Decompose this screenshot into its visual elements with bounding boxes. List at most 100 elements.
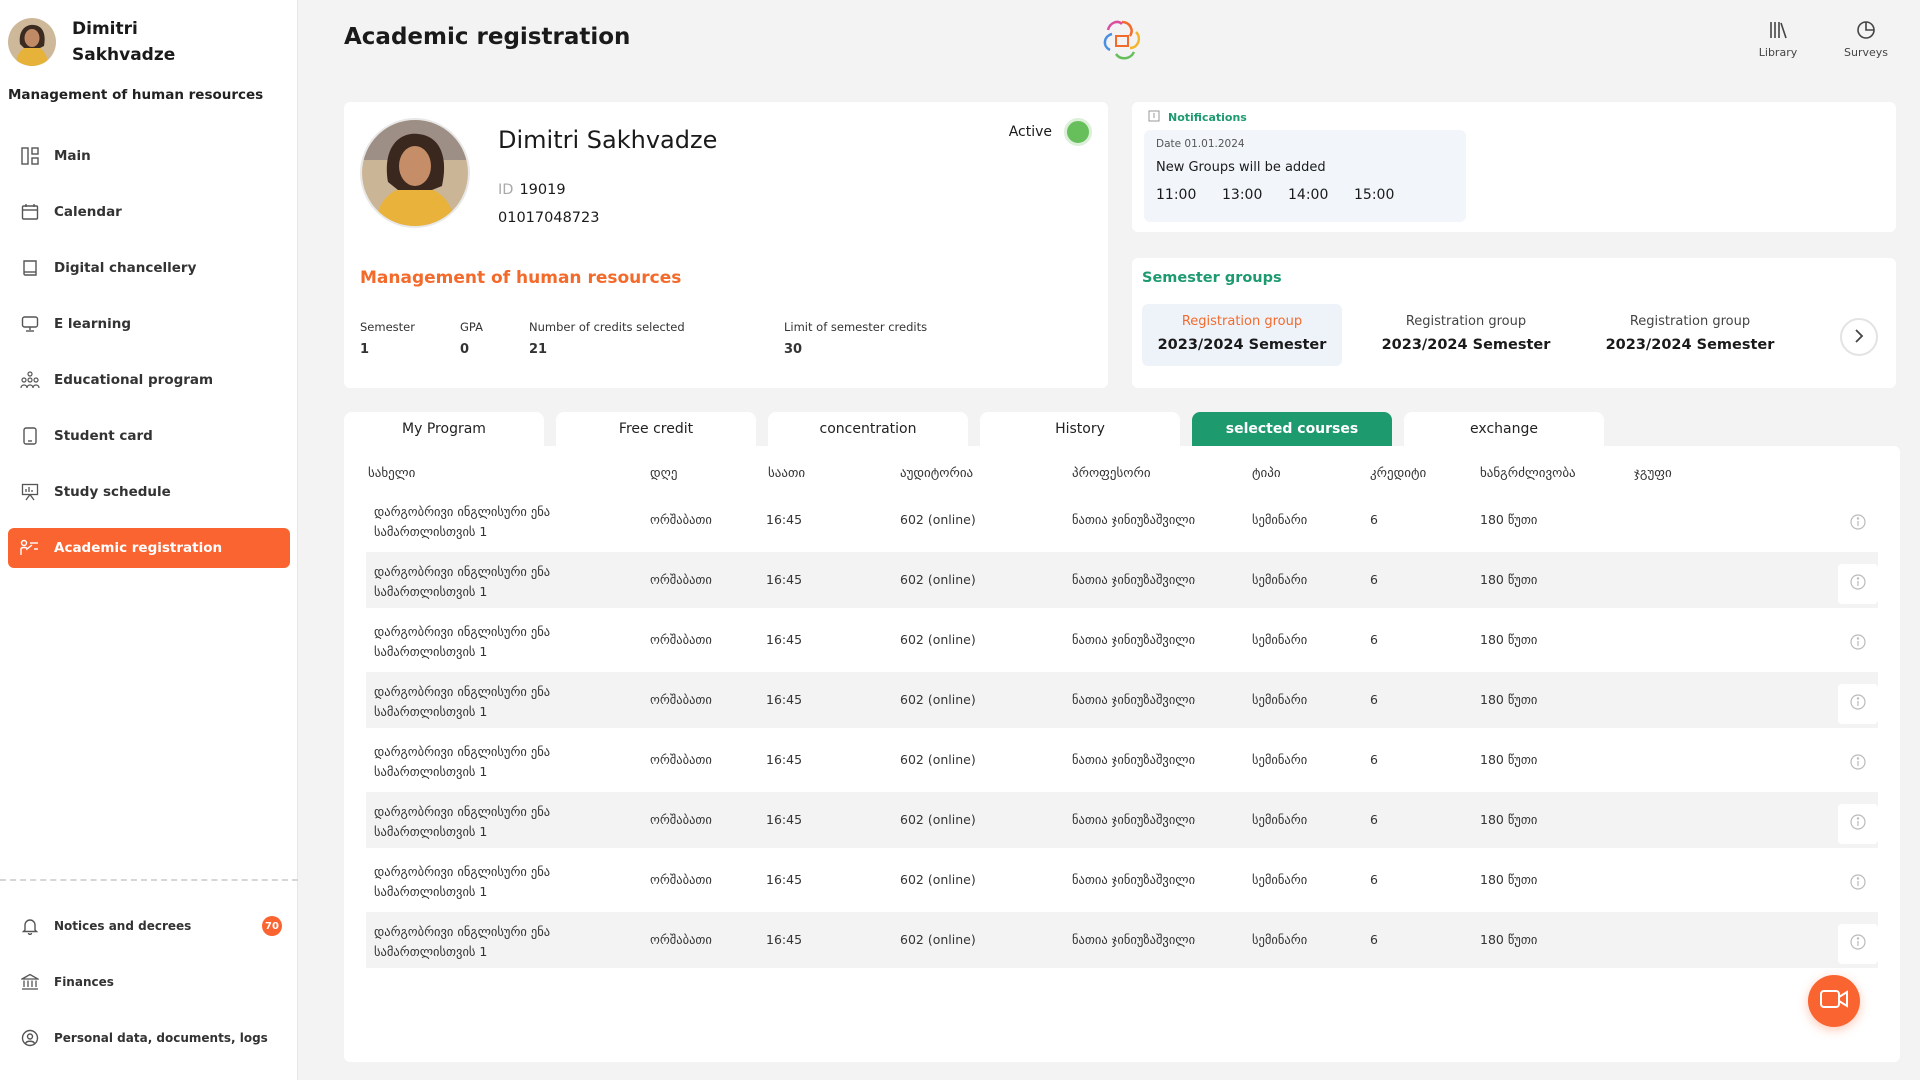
sidebar-item-academic-registration[interactable]: Academic registration <box>8 528 290 568</box>
stat-value: 0 <box>460 342 470 357</box>
day-cell: ორშაბათი <box>650 812 712 827</box>
day-cell: ორშაბათი <box>650 572 712 587</box>
table-row[interactable]: დარგობრივი ინგლისური ენა სამართლისთვის 1 ო… <box>366 732 1878 788</box>
library-label: Library <box>1758 46 1798 59</box>
table-row[interactable]: დარგობრივი ინგლისური ენა სამართლისთვის 1 ო… <box>366 672 1878 728</box>
page-title: Academic registration <box>344 24 631 50</box>
registration-group-3[interactable]: Registration group 2023/2024 Semester <box>1590 304 1790 366</box>
table-row[interactable]: დარგობრივი ინგლისური ენა სამართლისთვის 1 ო… <box>366 792 1878 848</box>
duration-cell: 180 წუთი <box>1480 812 1538 827</box>
tab-free-credit[interactable]: Free credit <box>556 412 756 446</box>
group-semester: 2023/2024 Semester <box>1157 337 1327 353</box>
stat-label: GPA <box>460 320 483 334</box>
info-icon <box>1850 634 1866 654</box>
column-header: ხანგრძლივობა <box>1480 466 1576 481</box>
course-name-line: სამართლისთვის 1 <box>374 824 488 839</box>
table-row[interactable]: დარგობრივი ინგლისური ენა სამართლისთვის 1 ო… <box>366 912 1878 968</box>
room-cell: 602 (online) <box>900 812 976 827</box>
groups-next-button[interactable] <box>1840 318 1878 356</box>
course-name-cell: დარგობრივი ინგლისური ენა სამართლისთვის 1 <box>374 622 614 662</box>
row-info-button[interactable] <box>1838 504 1878 544</box>
type-cell: სემინარი <box>1252 872 1308 887</box>
row-info-button[interactable] <box>1838 684 1878 724</box>
table-row[interactable]: დარგობრივი ინგლისური ენა სამართლისთვის 1 ო… <box>366 612 1878 668</box>
notification-time: 13:00 <box>1222 187 1263 203</box>
stat-label: Limit of semester credits <box>784 320 928 334</box>
credit-cell: 6 <box>1370 632 1378 647</box>
registration-group-2[interactable]: Registration group 2023/2024 Semester <box>1366 304 1566 366</box>
sidebar-item-label: Study schedule <box>54 484 171 500</box>
surveys-label: Surveys <box>1844 46 1888 59</box>
monitor-icon <box>20 314 40 334</box>
row-info-button[interactable] <box>1838 924 1878 964</box>
credit-cell: 6 <box>1370 752 1378 767</box>
notification-time: 15:00 <box>1354 187 1395 203</box>
group-semester: 2023/2024 Semester <box>1605 337 1775 353</box>
table-row[interactable]: დარგობრივი ინგლისური ენა სამართლისთვის 1 ო… <box>366 852 1878 908</box>
table-body: დარგობრივი ინგლისური ენა სამართლისთვის 1 ო… <box>366 492 1878 972</box>
pie-chart-icon <box>1834 18 1898 42</box>
tab-my-program[interactable]: My Program <box>344 412 544 446</box>
sidebar-item-e-learning[interactable]: E learning <box>8 304 290 344</box>
sidebar-item-finances[interactable]: Finances <box>8 962 290 1002</box>
user-profile[interactable]: Dimitri Sakhvadze <box>8 16 212 68</box>
notifications-header: Notifications <box>1148 110 1247 125</box>
bank-icon <box>20 972 40 992</box>
sidebar-item-student-card[interactable]: Student card <box>8 416 290 456</box>
notification-item[interactable]: Date 01.01.2024 New Groups will be added… <box>1144 130 1466 222</box>
tab-history[interactable]: History <box>980 412 1180 446</box>
sidebar-item-label: Educational program <box>54 372 214 388</box>
sidebar-bottom-nav: Notices and decrees 70 Finances Personal… <box>8 906 290 1074</box>
professor-cell: ნათია ჯინიუზაშვილი <box>1072 932 1196 947</box>
surveys-button[interactable]: Surveys <box>1834 18 1898 59</box>
notifications-card: Notifications Date 01.01.2024 New Groups… <box>1132 102 1896 232</box>
table-row[interactable]: დარგობრივი ინგლისური ენა სამართლისთვის 1 ო… <box>366 552 1878 608</box>
day-cell: ორშაბათი <box>650 752 712 767</box>
stat-semester: Semester 1 <box>360 320 460 357</box>
user-circle-icon <box>20 1028 40 1048</box>
sidebar-item-digital-chancellery[interactable]: Digital chancellery <box>8 248 290 288</box>
library-button[interactable]: Library <box>1746 18 1810 59</box>
table-row[interactable]: დარგობრივი ინგლისური ენა სამართლისთვის 1 ო… <box>366 492 1878 548</box>
profile-program: Management of human resources <box>360 268 682 288</box>
time-cell: 16:45 <box>766 572 803 587</box>
row-info-button[interactable] <box>1838 624 1878 664</box>
course-name-cell: დარგობრივი ინგლისური ენა სამართლისთვის 1 <box>374 802 614 842</box>
day-cell: ორშაბათი <box>650 692 712 707</box>
stat-credits-selected: Number of credits selected 21 <box>529 320 784 357</box>
presentation-icon <box>20 482 40 502</box>
course-name-line: დარგობრივი ინგლისური ენა <box>374 684 551 699</box>
profile-id: ID 19019 <box>498 182 566 198</box>
tab-concentration[interactable]: concentration <box>768 412 968 446</box>
group-label: Registration group <box>1629 314 1751 329</box>
row-info-button[interactable] <box>1838 864 1878 904</box>
duration-cell: 180 წუთი <box>1480 632 1538 647</box>
row-info-button[interactable] <box>1838 564 1878 604</box>
sidebar-item-notices[interactable]: Notices and decrees 70 <box>8 906 290 946</box>
type-cell: სემინარი <box>1252 812 1308 827</box>
professor-cell: ნათია ჯინიუზაშვილი <box>1072 632 1196 647</box>
library-icon <box>1746 18 1810 42</box>
people-icon <box>20 370 40 390</box>
sidebar-item-main[interactable]: Main <box>8 136 290 176</box>
video-call-button[interactable] <box>1808 975 1860 1027</box>
notification-doc-icon <box>1148 110 1160 125</box>
registration-group-1[interactable]: Registration group 2023/2024 Semester <box>1142 304 1342 366</box>
course-name-cell: დარგობრივი ინგლისური ენა სამართლისთვის 1 <box>374 742 614 782</box>
avatar[interactable] <box>8 18 56 66</box>
tab-selected-courses[interactable]: selected courses <box>1192 412 1392 446</box>
status-label: Active <box>1008 124 1052 140</box>
credit-cell: 6 <box>1370 512 1378 527</box>
sidebar-item-personal-data[interactable]: Personal data, documents, logs <box>8 1018 290 1058</box>
group-label: Registration group <box>1405 314 1527 329</box>
column-header: ჯგუფი <box>1634 466 1672 481</box>
sidebar-item-calendar[interactable]: Calendar <box>8 192 290 232</box>
app-logo-icon[interactable] <box>1100 18 1144 62</box>
sidebar-item-educational-program[interactable]: Educational program <box>8 360 290 400</box>
sidebar-item-study-schedule[interactable]: Study schedule <box>8 472 290 512</box>
tab-exchange[interactable]: exchange <box>1404 412 1604 446</box>
row-info-button[interactable] <box>1838 744 1878 784</box>
row-info-button[interactable] <box>1838 804 1878 844</box>
info-icon <box>1850 814 1866 834</box>
course-name-cell: დარგობრივი ინგლისური ენა სამართლისთვის 1 <box>374 502 614 542</box>
